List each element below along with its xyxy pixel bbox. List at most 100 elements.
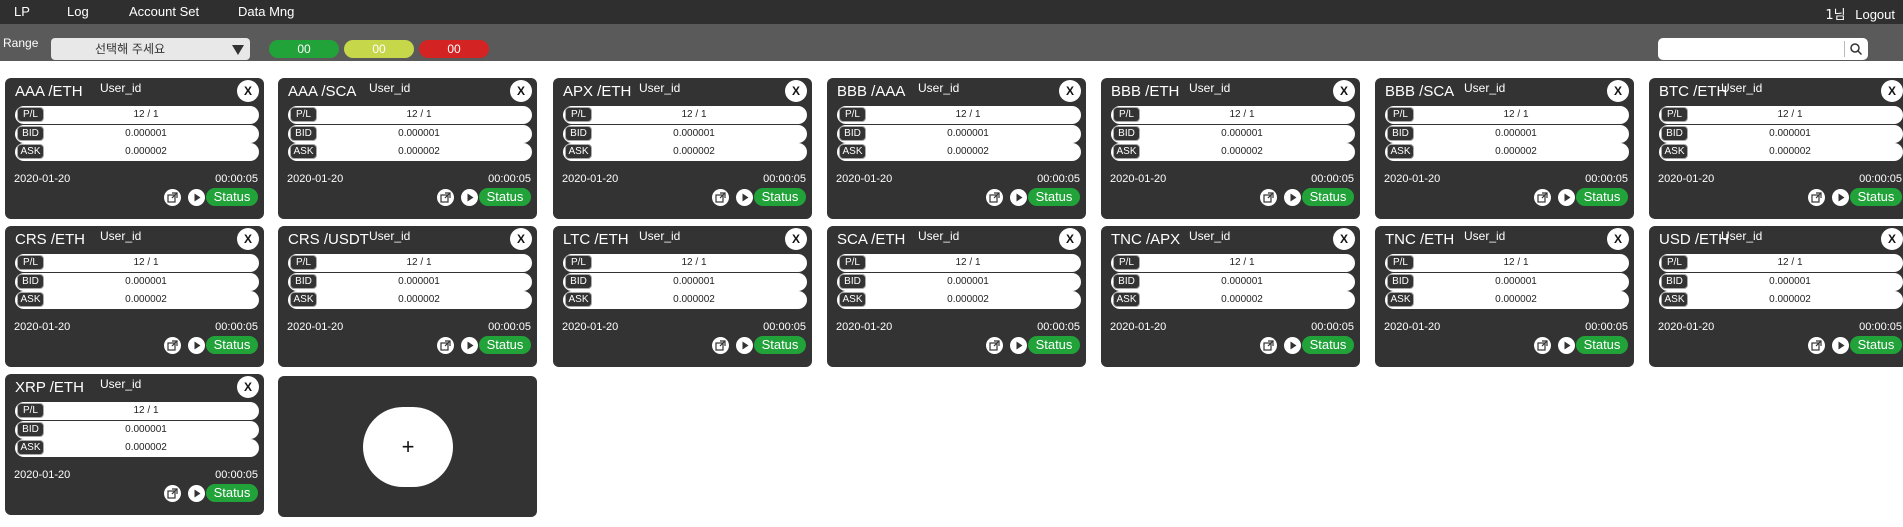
card-pair-title: USD /ETH	[1659, 231, 1730, 248]
card-row-pl: P/L 12 / 1	[837, 106, 1081, 124]
card-label-ask: ASK	[839, 144, 866, 159]
card-close-button[interactable]: X	[1333, 228, 1355, 250]
card-close-button[interactable]: X	[510, 228, 532, 250]
card-play-button[interactable]	[188, 485, 205, 502]
card-row-pl: P/L 12 / 1	[15, 254, 259, 272]
card-label-ask: ASK	[1113, 144, 1140, 159]
card-pair-title: XRP /ETH	[15, 379, 84, 396]
card-open-button[interactable]	[164, 189, 181, 206]
card-open-button[interactable]	[712, 337, 729, 354]
card-status-button[interactable]: Status	[1302, 188, 1354, 206]
card-close-button[interactable]: X	[1333, 80, 1355, 102]
card-play-button[interactable]	[736, 337, 753, 354]
card-close-button[interactable]: X	[237, 80, 259, 102]
card-time: 00:00:05	[215, 173, 258, 185]
card-user-id: User_id	[100, 81, 142, 95]
card-play-button[interactable]	[1558, 189, 1575, 206]
card-label-pl: P/L	[1661, 107, 1688, 122]
card-close-button[interactable]: X	[785, 228, 807, 250]
card-play-button[interactable]	[1284, 337, 1301, 354]
card-close-button[interactable]: X	[237, 376, 259, 398]
card-play-button[interactable]	[736, 189, 753, 206]
card-value-ask: 0.000002	[673, 146, 715, 157]
card-open-button[interactable]	[712, 189, 729, 206]
external-link-icon	[715, 340, 726, 351]
card-status-button[interactable]: Status	[1576, 336, 1628, 354]
card-open-button[interactable]	[1534, 189, 1551, 206]
card-row-pl: P/L 12 / 1	[563, 106, 807, 124]
card-open-button[interactable]	[986, 337, 1003, 354]
card-play-button[interactable]	[188, 189, 205, 206]
card-row-bid: BID 0.000001	[288, 273, 532, 291]
card-open-button[interactable]	[1808, 337, 1825, 354]
card-open-button[interactable]	[1808, 189, 1825, 206]
card-play-button[interactable]	[1010, 189, 1027, 206]
card-play-button[interactable]	[1832, 337, 1849, 354]
card-status-button[interactable]: Status	[1028, 188, 1080, 206]
card-open-button[interactable]	[437, 337, 454, 354]
card-status-button[interactable]: Status	[1850, 188, 1902, 206]
card-open-button[interactable]	[1260, 337, 1277, 354]
card-row-ask: ASK 0.000002	[1111, 291, 1355, 309]
card-row-ask: ASK 0.000002	[837, 291, 1081, 309]
card-play-button[interactable]	[1010, 337, 1027, 354]
card-close-button[interactable]: X	[1607, 80, 1629, 102]
card-play-button[interactable]	[1832, 189, 1849, 206]
card-status-button[interactable]: Status	[206, 188, 258, 206]
card-label-ask: ASK	[290, 144, 317, 159]
card-status-button[interactable]: Status	[1850, 336, 1902, 354]
card-status-button[interactable]: Status	[206, 336, 258, 354]
card-pair-title: TNC /APX	[1111, 231, 1181, 248]
card-value-ask: 0.000002	[1221, 294, 1263, 305]
card-row-ask: ASK 0.000002	[1659, 291, 1903, 309]
card-time: 00:00:05	[1585, 173, 1628, 185]
card-play-button[interactable]	[461, 337, 478, 354]
card-open-button[interactable]	[164, 485, 181, 502]
pair-card: APX /ETH User_id X P/L 12 / 1 BID 0.000001 ASK 0…	[553, 78, 812, 219]
pair-card: TNC /APX User_id X P/L 12 / 1 BID 0.000001 ASK 0…	[1101, 226, 1360, 367]
card-close-button[interactable]: X	[237, 228, 259, 250]
external-link-icon	[989, 192, 1000, 203]
play-icon	[1290, 341, 1297, 350]
card-close-button[interactable]: X	[510, 80, 532, 102]
card-open-button[interactable]	[437, 189, 454, 206]
card-play-button[interactable]	[461, 189, 478, 206]
card-open-button[interactable]	[1260, 189, 1277, 206]
play-icon	[194, 193, 201, 202]
card-row-ask: ASK 0.000002	[563, 143, 807, 161]
card-close-button[interactable]: X	[1059, 80, 1081, 102]
card-play-button[interactable]	[1284, 189, 1301, 206]
card-close-button[interactable]: X	[1881, 228, 1903, 250]
card-status-button[interactable]: Status	[754, 336, 806, 354]
card-status-button[interactable]: Status	[754, 188, 806, 206]
card-label-ask: ASK	[1113, 292, 1140, 307]
card-status-button[interactable]: Status	[1028, 336, 1080, 354]
card-status-button[interactable]: Status	[1302, 336, 1354, 354]
card-play-button[interactable]	[188, 337, 205, 354]
card-label-pl: P/L	[839, 255, 866, 270]
card-open-button[interactable]	[1534, 337, 1551, 354]
card-value-ask: 0.000002	[125, 146, 167, 157]
play-icon	[1290, 193, 1297, 202]
card-open-button[interactable]	[164, 337, 181, 354]
card-close-button[interactable]: X	[785, 80, 807, 102]
card-value-pl: 12 / 1	[406, 109, 432, 120]
card-pair-title: TNC /ETH	[1385, 231, 1455, 248]
external-link-icon	[989, 340, 1000, 351]
card-value-pl: 12 / 1	[1503, 109, 1529, 120]
card-label-bid: BID	[1113, 126, 1140, 141]
card-status-button[interactable]: Status	[479, 336, 531, 354]
card-close-button[interactable]: X	[1607, 228, 1629, 250]
play-icon	[1016, 193, 1023, 202]
card-status-button[interactable]: Status	[206, 484, 258, 502]
card-open-button[interactable]	[986, 189, 1003, 206]
card-label-pl: P/L	[1113, 255, 1140, 270]
card-close-button[interactable]: X	[1881, 80, 1903, 102]
card-play-button[interactable]	[1558, 337, 1575, 354]
add-card-button[interactable]: +	[363, 407, 453, 487]
card-status-button[interactable]: Status	[479, 188, 531, 206]
card-status-button[interactable]: Status	[1576, 188, 1628, 206]
card-value-bid: 0.000001	[125, 128, 167, 139]
play-icon	[1838, 341, 1845, 350]
card-close-button[interactable]: X	[1059, 228, 1081, 250]
